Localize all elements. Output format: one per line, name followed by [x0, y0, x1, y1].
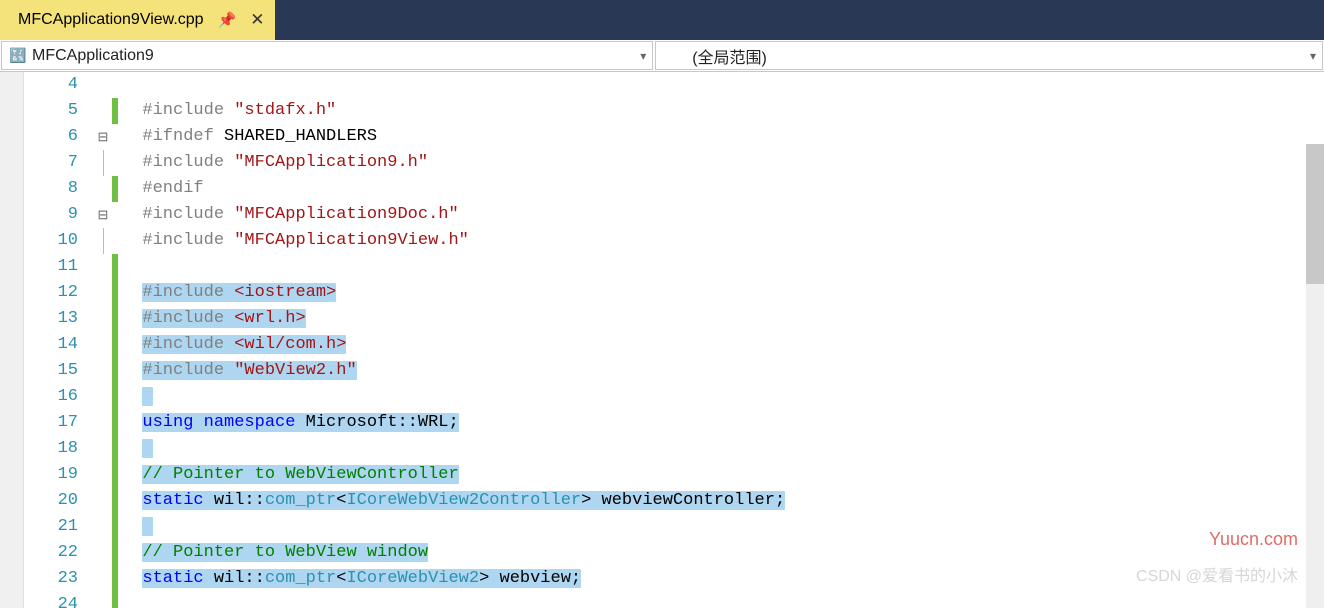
code-line[interactable]: #include "WebView2.h" — [122, 358, 1324, 384]
line-number: 8 — [24, 176, 94, 202]
fold-guide — [94, 384, 112, 410]
fold-guide — [94, 332, 112, 358]
code-area[interactable]: #include "stdafx.h" #ifndef SHARED_HANDL… — [118, 72, 1324, 608]
scope-dropdown[interactable]: (全局范围) ▾ — [655, 41, 1323, 70]
fold-guide — [94, 280, 112, 306]
line-number: 11 — [24, 254, 94, 280]
fold-guide — [94, 72, 112, 98]
fold-guide — [94, 306, 112, 332]
fold-guide — [94, 462, 112, 488]
fold-guide — [94, 514, 112, 540]
line-number: 20 — [24, 488, 94, 514]
line-number: 15 — [24, 358, 94, 384]
line-number: 4 — [24, 72, 94, 98]
line-number: 21 — [24, 514, 94, 540]
scroll-thumb[interactable] — [1306, 144, 1324, 284]
line-number: 24 — [24, 592, 94, 608]
code-line[interactable]: #include "stdafx.h" — [122, 98, 1324, 124]
titlebar: MFCApplication9View.cpp 📌 ✕ — [0, 0, 1324, 40]
chevron-down-icon: ▾ — [640, 49, 646, 63]
pin-icon[interactable]: 📌 — [218, 11, 237, 29]
code-line[interactable]: #endif — [122, 176, 1324, 202]
code-line[interactable]: // Pointer to WebViewController — [122, 462, 1324, 488]
code-editor[interactable]: 456789101112131415161718192021222324 #in… — [0, 72, 1324, 608]
project-icon: 🔣 — [10, 48, 26, 64]
fold-guide — [94, 592, 112, 608]
code-line[interactable]: #include <wil/com.h> — [122, 332, 1324, 358]
fold-toggle-icon[interactable] — [94, 124, 112, 150]
fold-guide — [94, 410, 112, 436]
chevron-down-icon: ▾ — [1310, 49, 1316, 63]
code-line[interactable]: // Pointer to WebView window — [122, 540, 1324, 566]
line-number: 13 — [24, 306, 94, 332]
fold-guide — [94, 358, 112, 384]
line-number: 16 — [24, 384, 94, 410]
code-line[interactable] — [122, 254, 1324, 280]
code-line[interactable]: #include "MFCApplication9Doc.h" — [122, 202, 1324, 228]
fold-toggle-icon[interactable] — [94, 202, 112, 228]
code-line[interactable] — [122, 72, 1324, 98]
file-tab[interactable]: MFCApplication9View.cpp 📌 ✕ — [0, 0, 275, 40]
fold-guide — [94, 98, 112, 124]
fold-guide — [94, 176, 112, 202]
fold-guide — [94, 228, 112, 254]
scope-dropdown-label: (全局范围) — [692, 44, 767, 68]
fold-guide — [94, 540, 112, 566]
fold-guide — [94, 566, 112, 592]
line-number: 22 — [24, 540, 94, 566]
tab-title: MFCApplication9View.cpp — [18, 11, 204, 29]
code-line[interactable]: #include "MFCApplication9View.h" — [122, 228, 1324, 254]
indicator-margin — [0, 72, 24, 608]
line-number: 12 — [24, 280, 94, 306]
close-icon[interactable]: ✕ — [250, 10, 264, 30]
project-dropdown[interactable]: 🔣 MFCApplication9 ▾ — [1, 41, 653, 70]
line-number: 10 — [24, 228, 94, 254]
line-number: 23 — [24, 566, 94, 592]
line-number: 6 — [24, 124, 94, 150]
line-number: 7 — [24, 150, 94, 176]
fold-guide — [94, 488, 112, 514]
code-line[interactable] — [122, 514, 1324, 540]
project-dropdown-label: MFCApplication9 — [32, 47, 154, 65]
folding-column[interactable] — [94, 72, 112, 608]
vertical-scrollbar[interactable] — [1306, 144, 1324, 608]
nav-dropdown-row: 🔣 MFCApplication9 ▾ (全局范围) ▾ — [0, 40, 1324, 72]
code-line[interactable] — [122, 436, 1324, 462]
code-line[interactable]: #ifndef SHARED_HANDLERS — [122, 124, 1324, 150]
code-line[interactable]: using namespace Microsoft::WRL; — [122, 410, 1324, 436]
code-line[interactable]: #include <iostream> — [122, 280, 1324, 306]
fold-guide — [94, 150, 112, 176]
code-line[interactable]: #include <wrl.h> — [122, 306, 1324, 332]
code-line[interactable] — [122, 592, 1324, 608]
fold-guide — [94, 436, 112, 462]
fold-guide — [94, 254, 112, 280]
line-number: 19 — [24, 462, 94, 488]
line-number: 17 — [24, 410, 94, 436]
line-number: 18 — [24, 436, 94, 462]
code-line[interactable]: static wil::com_ptr<ICoreWebView2> webvi… — [122, 566, 1324, 592]
line-number-gutter: 456789101112131415161718192021222324 — [24, 72, 94, 608]
line-number: 14 — [24, 332, 94, 358]
code-line[interactable]: static wil::com_ptr<ICoreWebView2Control… — [122, 488, 1324, 514]
line-number: 5 — [24, 98, 94, 124]
code-line[interactable] — [122, 384, 1324, 410]
line-number: 9 — [24, 202, 94, 228]
code-line[interactable]: #include "MFCApplication9.h" — [122, 150, 1324, 176]
